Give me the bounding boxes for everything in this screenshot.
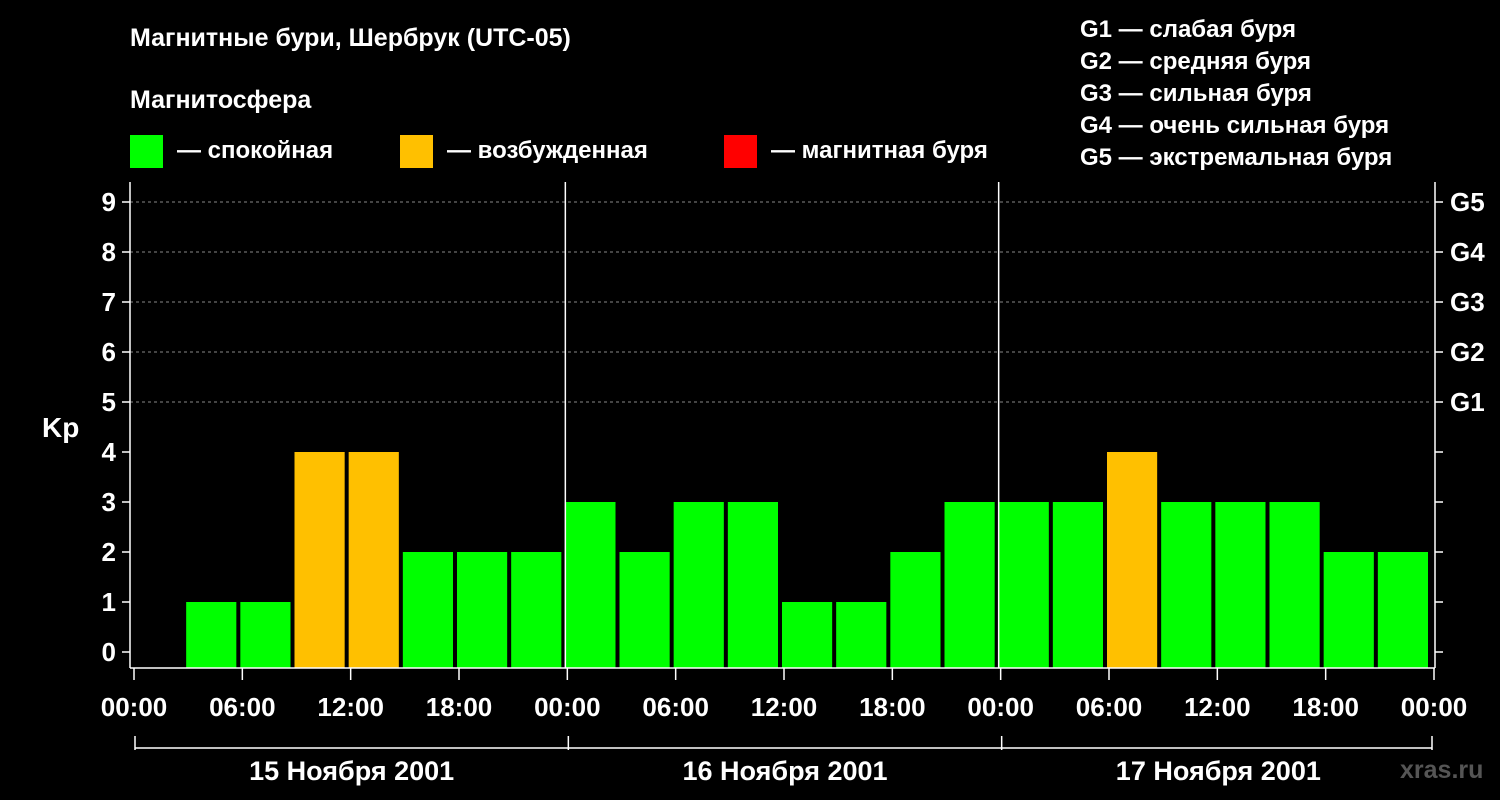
kp-bar (565, 502, 616, 668)
kp-bar (1052, 502, 1103, 668)
x-tick-label: 00:00 (1401, 692, 1468, 722)
kp-bar (1377, 552, 1428, 668)
y-tick-label: 1 (102, 587, 116, 617)
y-tick-label: 9 (102, 187, 116, 217)
y-axis-label: Kp (42, 412, 79, 443)
kp-bar (1161, 502, 1212, 668)
y-tick-label: 8 (102, 237, 116, 267)
kp-bar (673, 502, 724, 668)
day-label: 17 Ноября 2001 (1116, 756, 1321, 786)
x-tick-label: 06:00 (1076, 692, 1143, 722)
g-tick-label: G2 (1450, 337, 1485, 367)
kp-bar (890, 552, 941, 668)
y-tick-label: 6 (102, 337, 116, 367)
x-tick-label: 00:00 (101, 692, 168, 722)
g-tick-label: G5 (1450, 187, 1485, 217)
y-tick-label: 0 (102, 637, 116, 667)
x-tick-label: 18:00 (859, 692, 926, 722)
kp-bar (836, 602, 887, 668)
kp-bar (727, 502, 778, 668)
kp-bar (186, 602, 237, 668)
kp-bar (240, 602, 291, 668)
g-tick-label: G3 (1450, 287, 1485, 317)
kp-bar-chart: 0 1 2 3 4 5 6 7 8 9 G1 G2 G3 G4 G5 Kp 00:00 06:00 12:00 18:… (42, 182, 1485, 786)
x-tick-label: 06:00 (642, 692, 709, 722)
kp-bar (511, 552, 562, 668)
kp-bar (998, 502, 1049, 668)
watermark: xras.ru (1400, 756, 1484, 784)
kp-bar (1323, 552, 1374, 668)
g-tick-label: G4 (1450, 237, 1485, 267)
kp-bar (1215, 502, 1266, 668)
x-tick-label: 12:00 (751, 692, 818, 722)
g-tick-label: G1 (1450, 387, 1485, 417)
y-tick-label: 5 (102, 387, 116, 417)
kp-bar (348, 452, 399, 668)
x-tick-label: 00:00 (534, 692, 601, 722)
kp-bar (294, 452, 345, 668)
x-tick-label: 00:00 (967, 692, 1034, 722)
kp-bar (457, 552, 508, 668)
kp-bar (1107, 452, 1158, 668)
x-tick-label: 12:00 (317, 692, 384, 722)
x-tick-label: 18:00 (426, 692, 493, 722)
x-tick-label: 18:00 (1292, 692, 1359, 722)
day-label: 15 Ноября 2001 (249, 756, 454, 786)
kp-bar (782, 602, 833, 668)
x-tick-label: 12:00 (1184, 692, 1251, 722)
kp-bar (1269, 502, 1320, 668)
x-tick-label: 06:00 (209, 692, 276, 722)
day-label: 16 Ноября 2001 (682, 756, 887, 786)
kp-bar (944, 502, 995, 668)
y-tick-label: 7 (102, 287, 116, 317)
kp-bar (619, 552, 670, 668)
y-tick-label: 3 (102, 487, 116, 517)
kp-bar (402, 552, 453, 668)
y-tick-label: 2 (102, 537, 116, 567)
y-tick-label: 4 (102, 437, 117, 467)
